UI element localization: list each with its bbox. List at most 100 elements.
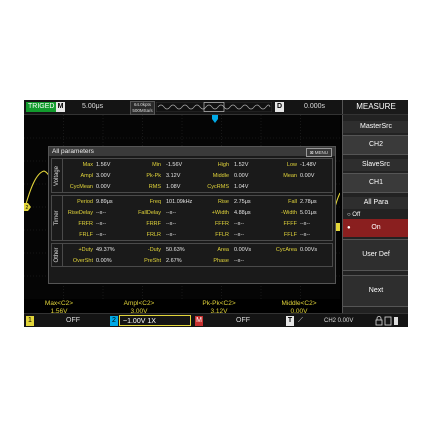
parameter-label: FRLF: [79, 232, 93, 238]
panel-title: All parameters: [49, 147, 335, 156]
ch2-setting[interactable]: ~1.00V 1X: [119, 315, 191, 326]
measure-side-menu: MasterSrc CH2 SlaveSrc CH1 All Para ○ Of…: [342, 115, 408, 313]
parameter-value: --x--: [300, 221, 311, 227]
parameter-label: PreSht: [144, 258, 161, 264]
next-button[interactable]: Next: [343, 275, 408, 307]
parameter-label: Low: [286, 162, 297, 168]
parameter-value: 0.00Vs: [300, 247, 318, 253]
measurement-name: Middle<C2>: [281, 300, 317, 307]
slave-source-button[interactable]: CH1: [343, 173, 408, 193]
parameter-value: --x--: [96, 232, 107, 238]
parameter-row: CycMean 0.00V RMS 1.08V CycRMS 1.04V: [63, 182, 333, 193]
group-label-text: Other: [54, 247, 60, 263]
parameter-value: --x--: [234, 258, 245, 264]
measurement-name: Max<C2>: [44, 300, 74, 307]
parameter-label: OverSht: [72, 258, 93, 264]
parameter-row: RiseDelay --x-- FallDelay --x-- +Width 4.88μs…: [63, 208, 333, 219]
math-state[interactable]: OFF: [236, 316, 250, 326]
parameter-value: --x--: [166, 210, 177, 216]
trigger-slope-icon[interactable]: ⟋: [298, 316, 303, 326]
ch2-ground-marker-icon[interactable]: 2: [24, 203, 31, 211]
group-label: Timer: [52, 196, 63, 240]
group-label: Voltage: [52, 159, 63, 192]
measurement-name: Pk-Pk<C2>: [202, 300, 236, 307]
ch1-state[interactable]: OFF: [66, 316, 80, 326]
user-def-button[interactable]: User Def: [343, 239, 408, 271]
parameter-value: 1.52V: [234, 162, 249, 168]
trigger-status-badge: TRIGED: [26, 102, 57, 112]
parameter-label: Pk-Pk: [146, 173, 161, 179]
parameter-value: 5.01μs: [300, 210, 317, 216]
panel-menu-button[interactable]: ⊠ MENU: [305, 148, 332, 157]
svg-text:2: 2: [26, 205, 29, 211]
memory-depth-box: 64.0kpts 500MSa/s: [130, 101, 155, 115]
parameter-value: 49.37%: [96, 247, 115, 253]
parameter-value: --x--: [234, 221, 245, 227]
parameter-value: 3.00V: [96, 173, 111, 179]
parameter-row: FRFR --x-- FRRF --x-- FFFR --x-- FFFF --x--: [63, 219, 333, 230]
measurement-name: Ampl<C2>: [123, 300, 155, 307]
radio-filled-icon: ●: [347, 225, 351, 231]
parameter-value: 1.56V: [96, 162, 111, 168]
horizontal-delay-value[interactable]: 0.000s: [304, 102, 325, 112]
ch2-badge[interactable]: 2: [110, 316, 118, 326]
parameter-label: FFLF: [283, 232, 297, 238]
parameter-label: +Width: [211, 210, 229, 216]
parameter-value: 4.88μs: [234, 210, 251, 216]
parameter-value: 0.00V: [234, 173, 249, 179]
parameter-value: 2.75μs: [234, 199, 251, 205]
parameter-value: --x--: [234, 232, 245, 238]
parameter-label: CycArea: [275, 247, 297, 253]
math-badge[interactable]: M: [195, 316, 203, 326]
parameter-value: [300, 256, 334, 267]
parameter-label: +Duty: [78, 247, 93, 253]
parameter-value: 101.09kHz: [166, 199, 193, 205]
parameter-row: Period 9.89μs Freq 101.09kHz Rise 2.75μs Fall 2…: [63, 197, 333, 208]
group-label: Other: [52, 244, 63, 266]
all-para-on-button[interactable]: ● On: [343, 219, 408, 237]
master-source-button[interactable]: CH2: [343, 135, 408, 155]
parameter-label: Area: [217, 247, 229, 253]
trigger-badge[interactable]: T: [286, 316, 294, 326]
usb-lock-icon: [375, 316, 398, 326]
ch1-badge[interactable]: 1: [26, 316, 34, 326]
parameter-label: -Width: [281, 210, 297, 216]
parameter-row: Max 1.56V Min -1.56V High 1.52V Low -1.48V: [63, 160, 333, 171]
parameter-label: FRRF: [146, 221, 161, 227]
all-para-off-option[interactable]: ○ Off: [343, 211, 408, 219]
parameter-value: [300, 182, 334, 193]
parameter-row: OverSht 0.00% PreSht 2.67% Phase --x--: [63, 256, 333, 267]
parameter-label: FRLR: [146, 232, 161, 238]
trigger-level[interactable]: CH2 0.00V: [324, 316, 353, 326]
parameter-label: RMS: [148, 184, 161, 190]
panel-menu-label: MENU: [314, 150, 328, 155]
parameter-label: CycMean: [69, 184, 93, 190]
group-label-text: Timer: [54, 210, 60, 226]
main-timebase-icon[interactable]: M: [56, 102, 65, 112]
parameter-value: --x--: [96, 210, 107, 216]
all-parameters-panel: All parameters ⊠ MENU Voltage Max 1.56V Min…: [48, 146, 336, 284]
parameter-label: Fall: [288, 199, 297, 205]
parameter-label: FFLR: [215, 232, 229, 238]
menu-title: MEASURE: [342, 100, 408, 114]
parameter-label: [267, 256, 297, 267]
parameter-label: Period: [77, 199, 93, 205]
all-para-on-label: On: [371, 224, 381, 231]
parameter-value: 1.04V: [234, 184, 249, 190]
parameter-label: CycRMS: [207, 184, 229, 190]
parameter-group-other: Other +Duty 49.37% -Duty 50.63% Area 0.00Vs Cyc…: [51, 243, 333, 267]
parameter-value: 1.08V: [166, 184, 181, 190]
delay-icon[interactable]: D: [275, 102, 284, 112]
parameter-label: Middle: [212, 173, 229, 179]
parameter-value: 2.67%: [166, 258, 182, 264]
timebase-value[interactable]: 5.00μs: [82, 102, 103, 112]
parameter-label: Rise: [217, 199, 229, 205]
top-status-bar: TRIGED M 5.00μs 64.0kpts 500MSa/s D 0.00…: [24, 100, 408, 115]
parameter-label: Mean: [283, 173, 297, 179]
parameter-label: Freq: [149, 199, 161, 205]
parameter-label: [267, 182, 297, 193]
parameter-label: Ampl: [80, 173, 93, 179]
parameter-value: 9.89μs: [96, 199, 113, 205]
trigger-position-icon[interactable]: [212, 115, 218, 123]
parameter-value: -1.56V: [166, 162, 183, 168]
